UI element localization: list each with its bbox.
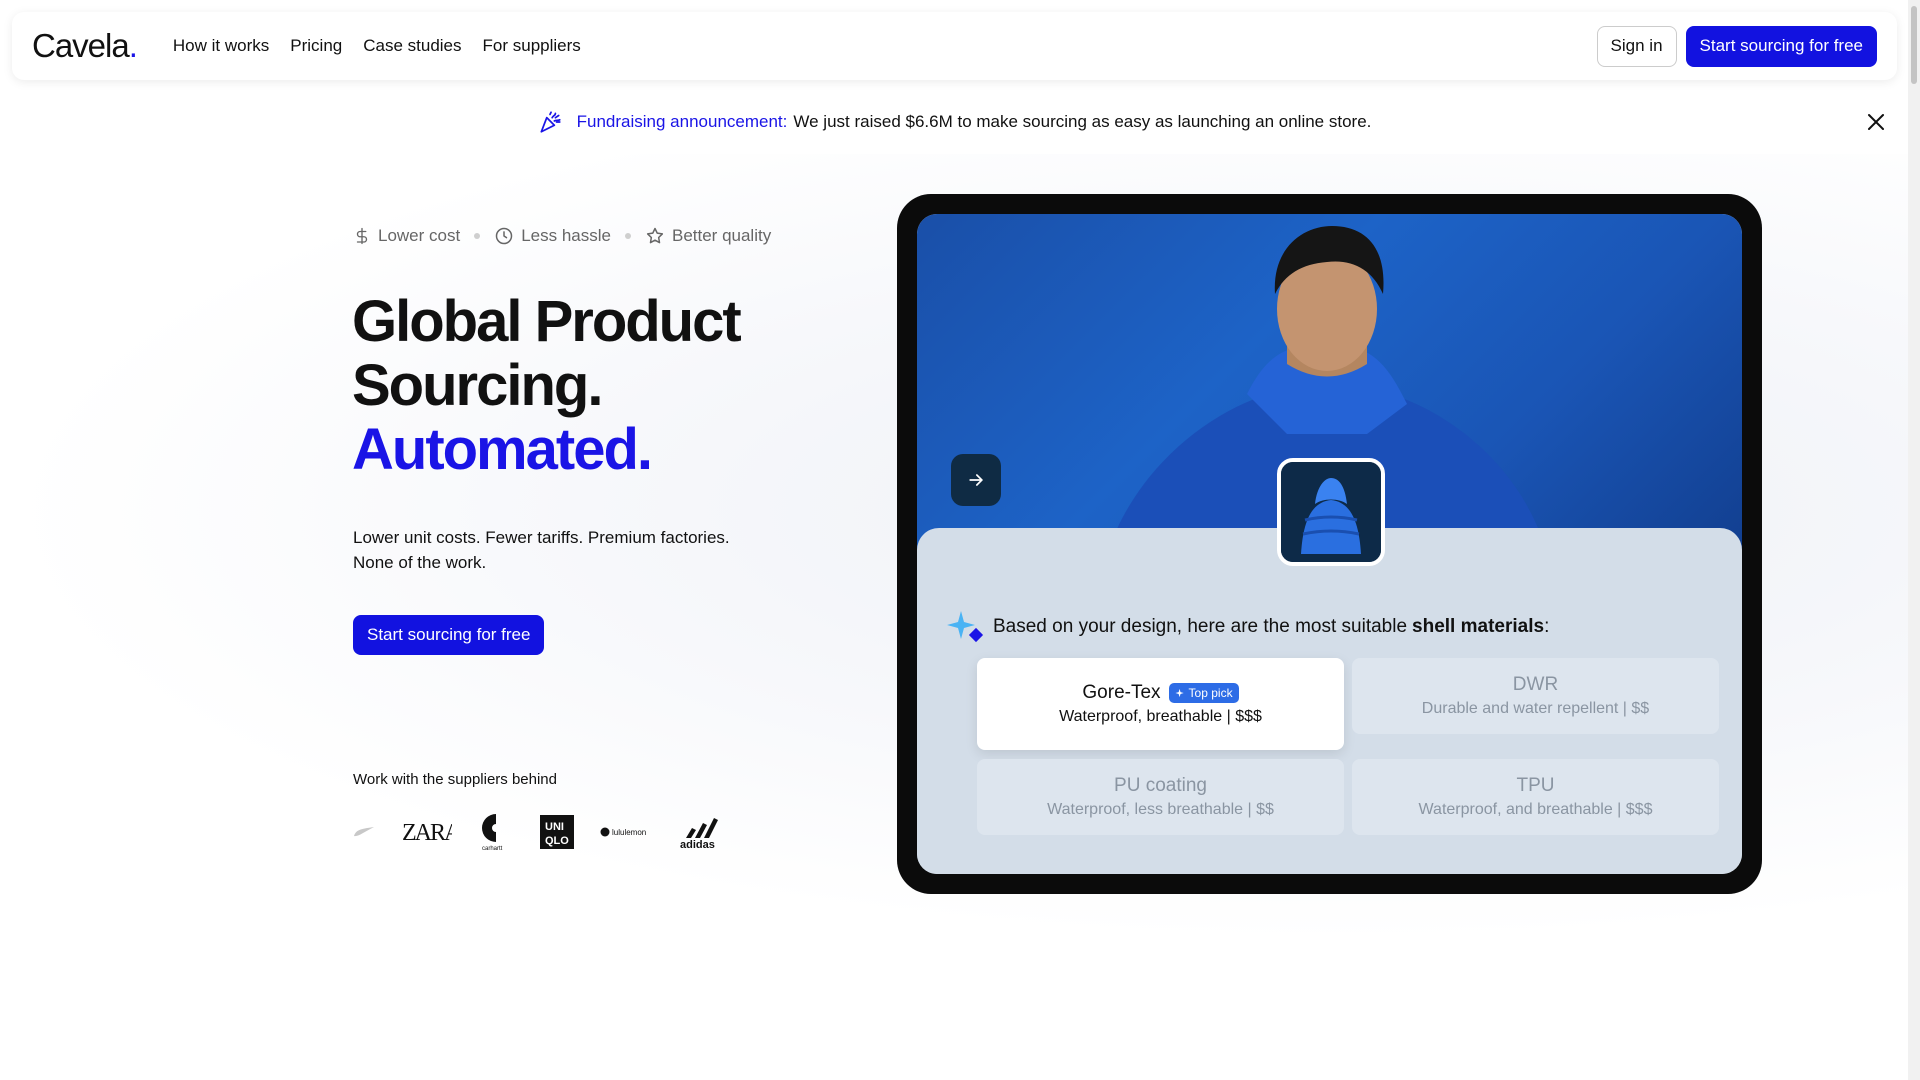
material-name: DWR	[1512, 674, 1559, 695]
benefit-label: Lower cost	[378, 226, 461, 245]
nav-link-pricing[interactable]: Pricing	[290, 36, 342, 56]
party-popper-icon	[540, 111, 561, 133]
headline-line-3: Automated.	[352, 417, 653, 482]
nav-links: How it works Pricing Case studies For su…	[173, 36, 581, 56]
announcement-bar: Fundraising announcement: We just raised…	[0, 100, 1908, 144]
start-sourcing-nav-button[interactable]: Start sourcing for free	[1685, 25, 1877, 67]
material-card-tpu[interactable]: TPU Waterproof, and breathable | $$$	[1352, 759, 1719, 835]
clock-icon	[495, 227, 513, 245]
sparkle-icon	[1175, 688, 1184, 697]
panel-colon: :	[1544, 616, 1550, 637]
material-description: Waterproof, less breathable | $$	[1047, 801, 1274, 818]
benefit-label: Better quality	[671, 226, 772, 245]
headline-line-1: Global Product	[352, 289, 742, 354]
sign-in-button[interactable]: Sign in	[1596, 25, 1677, 67]
subtext-line-1: Lower unit costs. Fewer tariffs. Premium…	[353, 528, 730, 547]
cavela-logo[interactable]: Cavela.	[32, 27, 138, 65]
top-navigation: Cavela. How it works Pricing Case studie…	[12, 12, 1897, 80]
subtext-line-2: None of the work.	[353, 553, 487, 572]
star-icon	[646, 227, 664, 244]
material-card-pu-coating[interactable]: PU coating Waterproof, less breathable |…	[977, 759, 1344, 835]
svg-text:carhartt: carhartt	[482, 846, 503, 852]
puffer-jacket-image	[1281, 462, 1381, 562]
announcement-text: We just raised $6.6M to make sourcing as…	[793, 112, 1372, 131]
material-card-dwr[interactable]: DWR Durable and water repellent | $$	[1352, 658, 1719, 734]
svg-text:QLO: QLO	[545, 835, 569, 847]
dollar-icon	[356, 227, 368, 245]
separator-dot	[474, 233, 481, 239]
nav-link-how-it-works[interactable]: How it works	[173, 36, 269, 56]
headline-line-2: Sourcing.	[352, 353, 603, 418]
brand-logos: ZARA carhartt UNI QLO lululemon adidas	[352, 812, 728, 852]
nav-link-case-studies[interactable]: Case studies	[363, 36, 461, 56]
next-arrow-button[interactable]	[951, 454, 1001, 506]
uniqlo-logo: UNI QLO	[540, 812, 574, 852]
benefits-row: Lower cost Less hassle Better quality	[353, 226, 771, 246]
panel-title: Based on your design, here are the most …	[945, 609, 1549, 645]
separator-dot	[624, 233, 631, 239]
sparkle-icon	[947, 611, 984, 643]
material-name: TPU	[1516, 775, 1555, 796]
suppliers-label: Work with the suppliers behind	[353, 771, 557, 788]
lululemon-logo: lululemon	[600, 812, 652, 852]
benefit-better-quality: Better quality	[645, 226, 771, 246]
logo-dot: .	[128, 27, 138, 64]
close-icon[interactable]	[1864, 110, 1888, 134]
material-options: Gore-Tex Top pick Waterproof, breathable…	[977, 658, 1722, 835]
hero-headline: Global Product Sourcing. Automated.	[352, 289, 742, 482]
start-sourcing-hero-button[interactable]: Start sourcing for free	[353, 615, 545, 655]
jacket-thumbnail	[1277, 458, 1385, 566]
carhartt-logo: carhartt	[478, 812, 514, 852]
tablet-mockup: Based on your design, here are the most …	[897, 194, 1762, 894]
material-card-gore-tex[interactable]: Gore-Tex Top pick Waterproof, breathable…	[977, 658, 1344, 750]
announcement-label: Fundraising announcement:	[576, 112, 788, 131]
material-description: Waterproof, breathable | $$$	[1059, 708, 1262, 725]
hero-subtext: Lower unit costs. Fewer tariffs. Premium…	[353, 525, 753, 575]
adidas-logo: adidas	[678, 812, 728, 852]
nike-logo	[352, 812, 376, 852]
material-name-row: Gore-Tex Top pick	[1082, 682, 1239, 704]
tablet-screen: Based on your design, here are the most …	[917, 214, 1742, 874]
benefit-less-hassle: Less hassle	[494, 226, 611, 246]
benefit-lower-cost: Lower cost	[353, 226, 460, 246]
material-description: Durable and water repellent | $$	[1421, 700, 1650, 717]
material-name: PU coating	[1114, 775, 1207, 796]
svg-text:lululemon: lululemon	[612, 828, 646, 837]
scrollbar-thumb[interactable]	[1911, 6, 1917, 84]
material-description: Waterproof, and breathable | $$$	[1418, 801, 1653, 818]
svg-text:UNI: UNI	[545, 821, 564, 833]
logo-text: Cavela	[32, 27, 130, 64]
zara-logo: ZARA	[402, 812, 452, 852]
panel-intro: Based on your design, here are the most …	[993, 616, 1408, 637]
top-pick-badge: Top pick	[1168, 683, 1239, 703]
svg-text:ZARA: ZARA	[402, 820, 452, 844]
nav-link-for-suppliers[interactable]: For suppliers	[483, 36, 581, 56]
svg-text:adidas: adidas	[680, 839, 715, 850]
benefit-label: Less hassle	[521, 226, 611, 245]
recommendation-panel: Based on your design, here are the most …	[917, 528, 1742, 874]
arrow-right-icon	[969, 474, 983, 486]
top-pick-label: Top pick	[1188, 686, 1233, 700]
panel-emphasis: shell materials	[1412, 616, 1545, 637]
nav-actions: Sign in Start sourcing for free	[1596, 25, 1877, 67]
material-name: Gore-Tex	[1082, 682, 1161, 703]
page-scrollbar[interactable]	[1908, 0, 1920, 1080]
